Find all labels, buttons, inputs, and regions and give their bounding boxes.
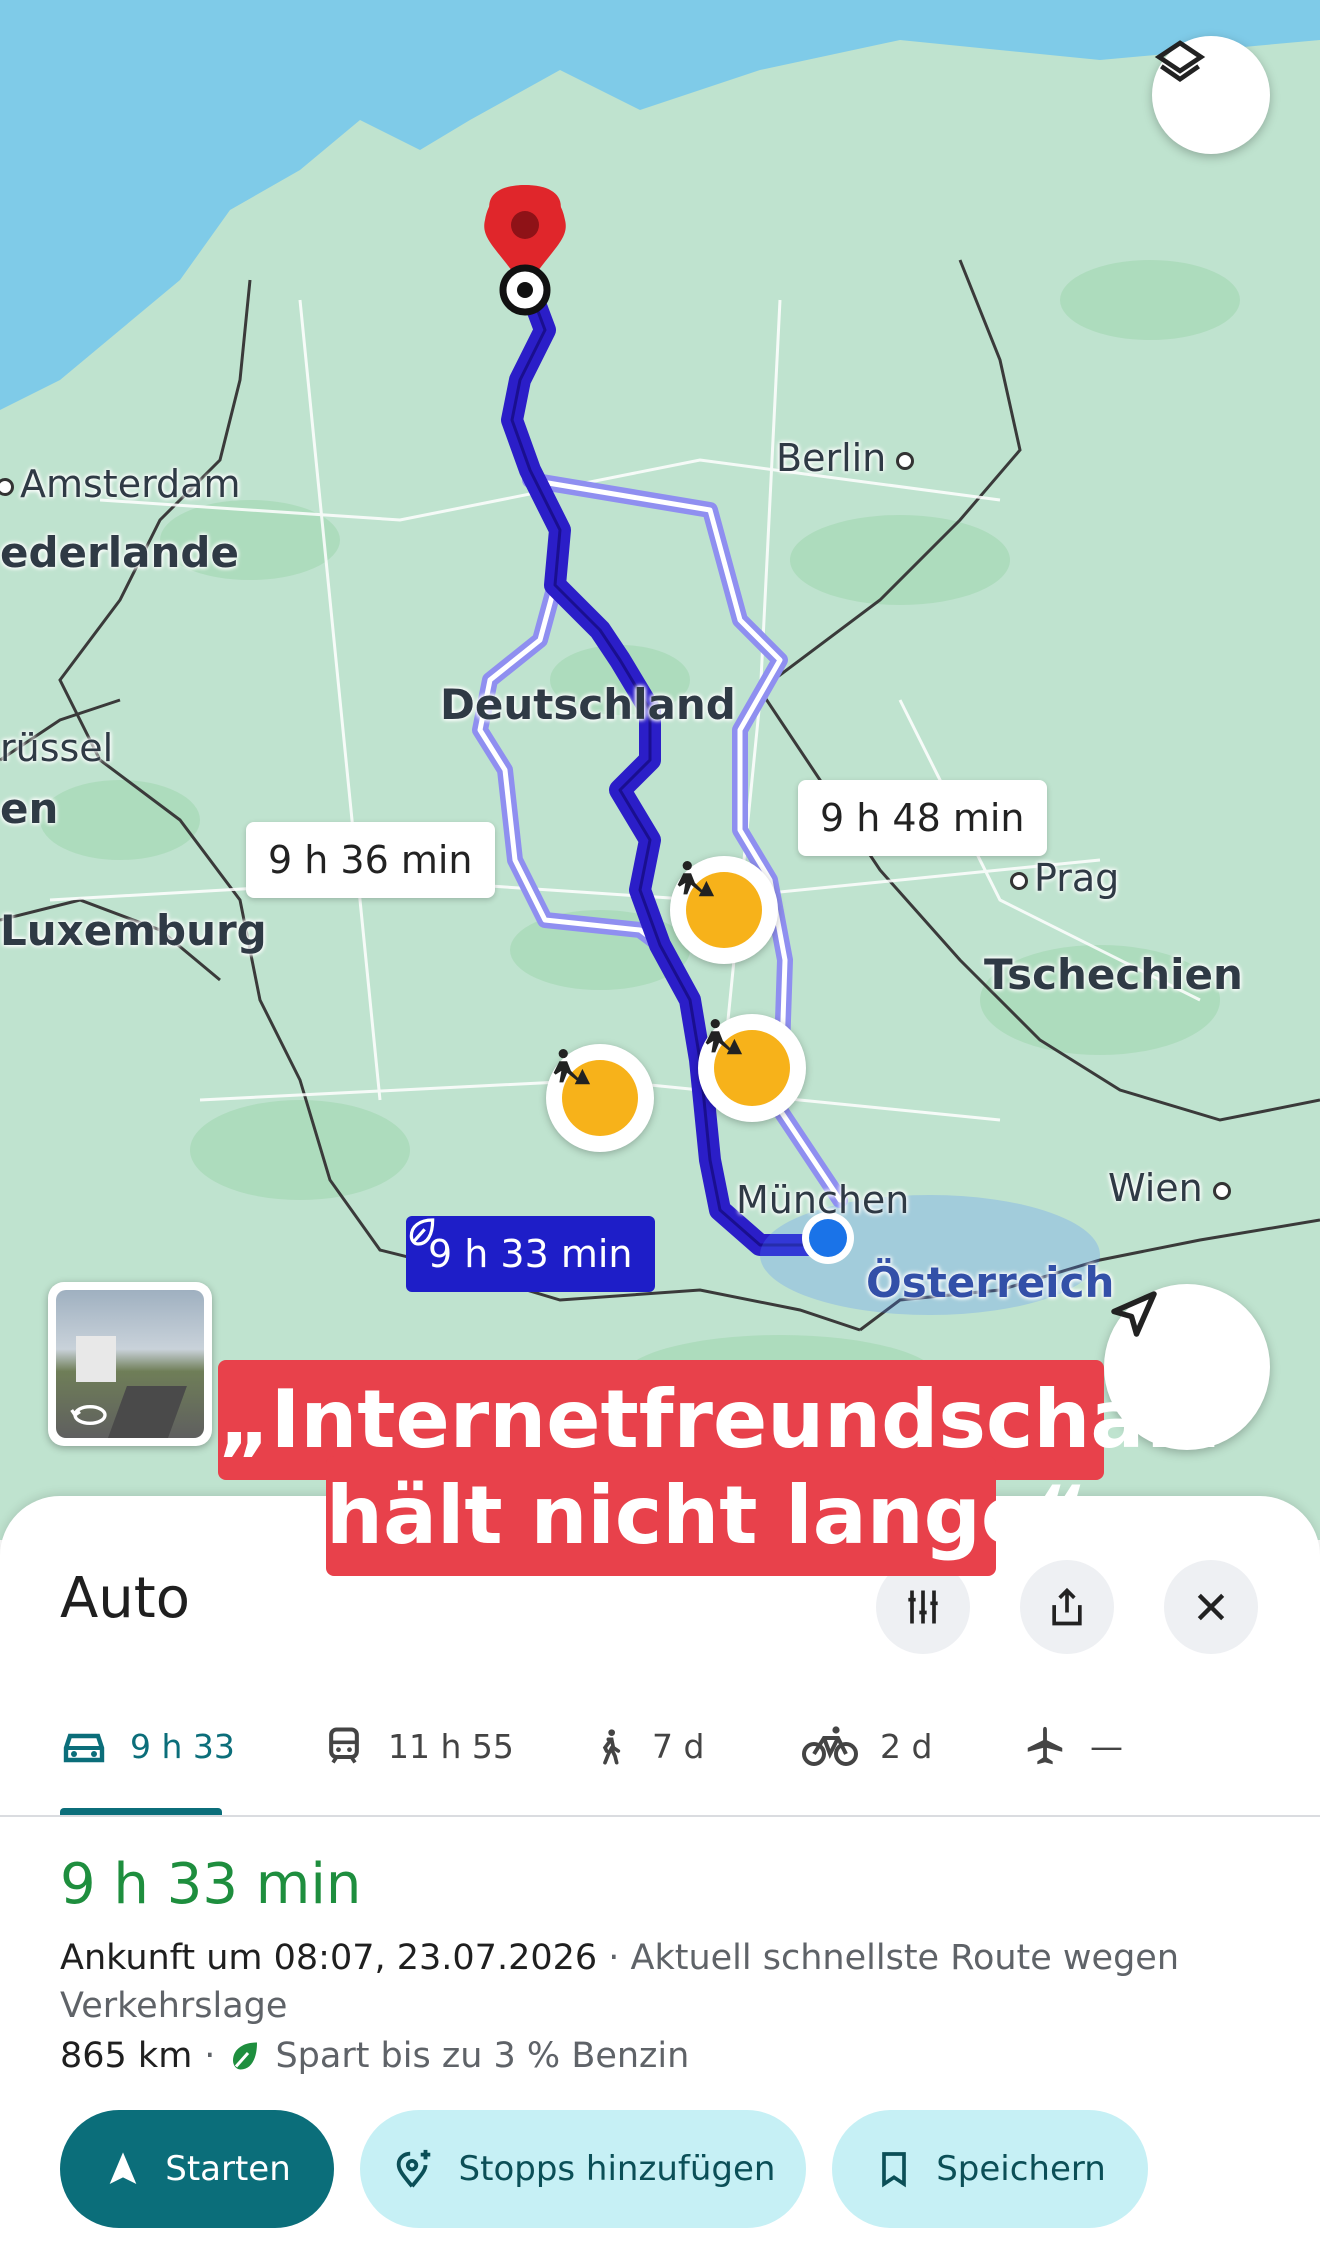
country-label-deutschland: Deutschland <box>440 680 736 729</box>
add-location-icon <box>396 2149 430 2188</box>
city-dot-icon <box>1010 871 1028 890</box>
tab-transit[interactable]: 11 h 55 <box>322 1716 514 1776</box>
current-location-dot <box>809 1219 847 1257</box>
share-button[interactable] <box>1020 1560 1114 1654</box>
fuel-note: Spart bis zu 3 % Benzin <box>275 2036 690 2076</box>
city-label-berlin[interactable]: Berlin <box>776 436 915 480</box>
tab-car[interactable]: 9 h 33 <box>60 1716 235 1776</box>
close-icon <box>1197 1593 1225 1621</box>
start-button[interactable]: Starten <box>60 2110 334 2228</box>
city-label-prag[interactable]: Prag <box>1010 856 1119 900</box>
country-label-niederlande: ederlande <box>0 528 239 577</box>
street-view-rotate-icon <box>70 1405 107 1425</box>
route-duration: 9 h 33 min <box>60 1852 362 1917</box>
layers-icon <box>1154 40 1206 82</box>
construction-marker[interactable] <box>670 856 778 964</box>
route-time-alt-east[interactable]: 9 h 48 min <box>798 780 1047 856</box>
construction-worker-icon <box>553 1048 591 1085</box>
navigation-arrow-icon <box>109 2152 137 2184</box>
plane-icon <box>1027 1726 1063 1765</box>
directions-sheet: Auto 9 h 33 11 h 55 7 d 2 d — 9 h 33 min… <box>0 1496 1320 2254</box>
arrival-time: Ankunft um 08:07, 23.07.2026 <box>60 1938 598 1978</box>
country-label-luxemburg: Luxemburg <box>0 906 267 955</box>
bookmark-icon <box>882 2152 907 2188</box>
eco-leaf-icon <box>409 1218 435 1246</box>
separator: · <box>204 2036 216 2076</box>
city-dot-icon <box>1212 1181 1231 1200</box>
layers-button[interactable] <box>1152 36 1270 154</box>
city-label-bruessel[interactable]: rüssel <box>0 726 113 770</box>
distance-row: 865 km · Spart bis zu 3 % Benzin <box>60 2036 689 2076</box>
map-view[interactable]: Amsterdam ederlande Berlin Deutschland r… <box>0 0 1320 1540</box>
route-distance: 865 km <box>60 2036 193 2076</box>
city-label-wien[interactable]: Wien <box>1108 1166 1231 1210</box>
route-time-alt-west[interactable]: 9 h 36 min <box>246 822 495 898</box>
sea-area <box>0 0 1320 410</box>
arrival-info: Ankunft um 08:07, 23.07.2026 · Aktuell s… <box>60 1934 1260 2030</box>
city-label-muenchen[interactable]: München <box>736 1178 909 1222</box>
sheet-title: Auto <box>60 1566 191 1631</box>
destination-pin-icon[interactable] <box>484 185 566 316</box>
bike-icon <box>802 1726 858 1766</box>
caption-line-2: hält nicht lange“ <box>326 1456 1088 1576</box>
street-view-thumbnail[interactable] <box>48 1282 212 1446</box>
add-stops-button[interactable]: Stopps hinzufügen <box>360 2110 806 2228</box>
active-tab-indicator <box>60 1808 222 1815</box>
save-button[interactable]: Speichern <box>832 2110 1148 2228</box>
eco-leaf-icon <box>233 2042 258 2070</box>
route-time-main[interactable]: 9 h 33 min <box>406 1216 655 1292</box>
share-icon <box>1052 1587 1082 1626</box>
car-icon <box>63 1733 105 1763</box>
tabs-divider <box>0 1815 1320 1817</box>
walk-icon <box>602 1729 621 1765</box>
country-label-tschechien: Tschechien <box>984 950 1243 999</box>
navigation-arrow-icon <box>1111 1291 1157 1337</box>
close-button[interactable] <box>1164 1560 1258 1654</box>
construction-marker[interactable] <box>546 1044 654 1152</box>
tab-walk[interactable]: 7 d <box>590 1716 704 1776</box>
construction-marker[interactable] <box>698 1014 806 1122</box>
construction-worker-icon <box>677 860 715 897</box>
sliders-icon <box>908 1590 938 1624</box>
city-label-amsterdam[interactable]: Amsterdam <box>0 462 240 506</box>
construction-worker-icon <box>705 1018 743 1055</box>
city-dot-icon <box>0 477 14 496</box>
tab-flight[interactable]: — <box>1022 1716 1123 1776</box>
tab-bike[interactable]: 2 d <box>802 1716 932 1776</box>
country-label-belgien: en <box>0 784 59 833</box>
city-dot-icon <box>896 451 915 470</box>
train-icon <box>329 1727 359 1764</box>
country-label-oesterreich: Österreich <box>866 1258 1115 1307</box>
